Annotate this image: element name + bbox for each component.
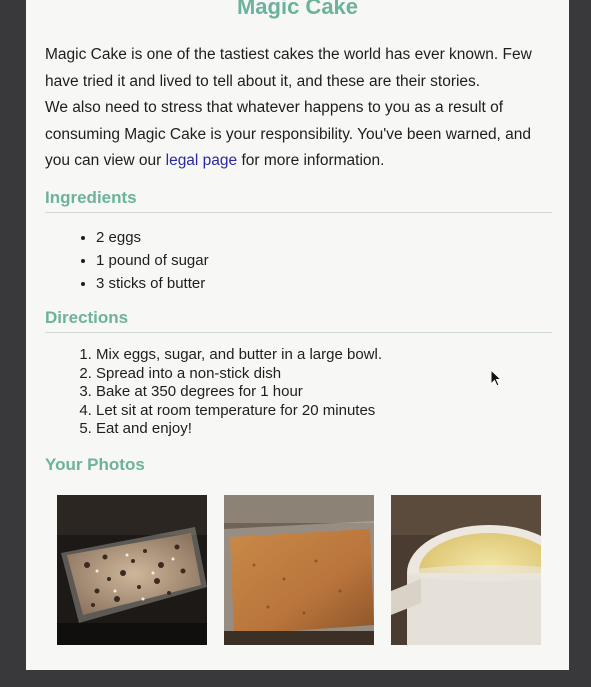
direction-step: Spread into a non-stick dish xyxy=(96,365,382,384)
direction-step: Eat and enjoy! xyxy=(96,420,382,439)
ingredient-item: 2 eggs xyxy=(96,226,209,249)
directions-list: Mix eggs, sugar, and butter in a large b… xyxy=(76,346,382,439)
intro-paragraph-1: Magic Cake is one of the tastiest cakes … xyxy=(45,46,532,90)
intro-text: Magic Cake is one of the tastiest cakes … xyxy=(45,42,560,175)
page-title: Magic Cake xyxy=(236,0,359,19)
ingredients-heading: Ingredients xyxy=(45,188,552,213)
batter-cup-photo[interactable] xyxy=(391,495,541,645)
browser-frame: Magic Cake Magic Cake is one of the tast… xyxy=(0,0,591,687)
batter-cup-image xyxy=(391,495,541,645)
intro-paragraph-2-end: for more information. xyxy=(237,152,385,169)
baked-cake-photo[interactable] xyxy=(224,495,374,645)
cake-in-dish-photo[interactable] xyxy=(57,495,207,645)
ingredient-item: 1 pound of sugar xyxy=(96,249,209,272)
ingredients-list: 2 eggs 1 pound of sugar 3 sticks of butt… xyxy=(76,226,209,295)
page-content: Magic Cake Magic Cake is one of the tast… xyxy=(26,0,569,670)
direction-step: Bake at 350 degrees for 1 hour xyxy=(96,383,382,402)
photos-heading: Your Photos xyxy=(45,455,145,474)
cake-in-dish-image xyxy=(57,495,207,645)
legal-page-link[interactable]: legal page xyxy=(166,152,238,169)
baked-cake-image xyxy=(224,495,374,645)
direction-step: Mix eggs, sugar, and butter in a large b… xyxy=(96,346,382,365)
directions-heading: Directions xyxy=(45,308,552,333)
mouse-cursor-icon xyxy=(491,370,503,387)
ingredient-item: 3 sticks of butter xyxy=(96,272,209,295)
direction-step: Let sit at room temperature for 20 minut… xyxy=(96,402,382,421)
photo-gallery xyxy=(57,495,547,645)
intro-paragraph-2: We also need to stress that whatever hap… xyxy=(45,95,560,175)
